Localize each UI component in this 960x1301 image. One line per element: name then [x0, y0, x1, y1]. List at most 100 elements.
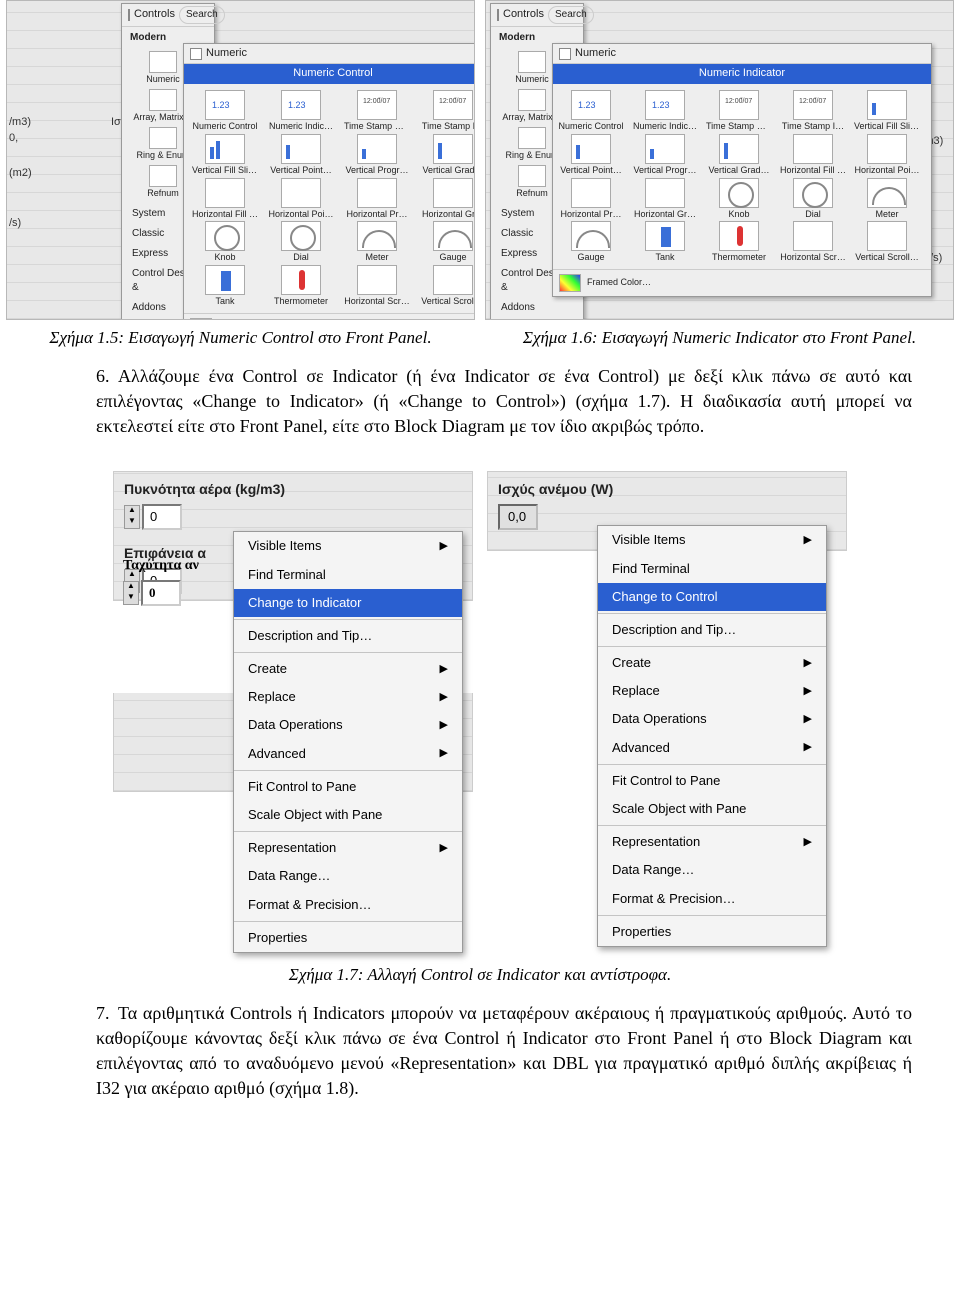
ctx-replace-r[interactable]: Replace▶ [598, 677, 826, 705]
top-figures-row: /m3) 0, (m2) /s) Iσ Controls Search Mode… [0, 0, 960, 350]
ctx-format-r[interactable]: Format & Precision… [598, 885, 826, 913]
paragraph-7-text: Τα αριθμητικά Controls ή Indicators μπορ… [96, 1003, 912, 1099]
grid-numeric-control[interactable]: Numeric Control [188, 90, 262, 132]
grid-vpoint-r[interactable]: Vertical Point… [555, 134, 627, 176]
pin-icon[interactable] [190, 48, 202, 60]
caption-fig16: Σχήμα 1.6: Εισαγωγή Numeric Indicator στ… [485, 326, 954, 350]
ctx-data-ops[interactable]: Data Operations▶ [234, 711, 462, 739]
grid-hfill-r[interactable]: Horizontal Fill … [777, 134, 849, 176]
category-usercontrols-r[interactable]: User Controls [497, 319, 577, 320]
grid-hpoint[interactable]: Horizontal Poi… [264, 178, 338, 220]
ctx-change-to-indicator[interactable]: Change to Indicator [234, 589, 462, 617]
framed-color-icon-r[interactable] [559, 274, 581, 292]
numeric-control-value[interactable]: 0 [142, 504, 182, 530]
grid-vgrad-r[interactable]: Vertical Grad… [703, 134, 775, 176]
grid-hscroll[interactable]: Horizontal Scr… [340, 265, 414, 307]
pin-icon[interactable] [497, 9, 499, 21]
grid-hpoint-r[interactable]: Horizontal Poi… [851, 134, 923, 176]
ctx-change-to-control[interactable]: Change to Control [598, 583, 826, 611]
grid-therm[interactable]: Thermometer [264, 265, 338, 307]
grid-therm-r[interactable]: Thermometer [703, 221, 775, 263]
grid-gauge-r[interactable]: Gauge [555, 221, 627, 263]
context-menu-left[interactable]: Visible Items▶ Find Terminal Change to I… [233, 531, 463, 953]
numeric-sub-palette[interactable]: Numeric Numeric Control Numeric Control … [183, 43, 475, 320]
search-button[interactable]: Search [179, 6, 225, 24]
ctx-visible-items[interactable]: Visible Items▶ [234, 532, 462, 560]
bg-label: /s) [9, 216, 21, 231]
grid-ts-control[interactable]: Time Stamp C… [340, 90, 414, 132]
search-button-r[interactable]: Search [548, 6, 594, 24]
grid-dial[interactable]: Dial [264, 221, 338, 263]
grid-knob-r[interactable]: Knob [703, 178, 775, 220]
grid-vscroll-r[interactable]: Vertical Scroll… [851, 221, 923, 263]
grid-numeric-indic-r[interactable]: Numeric Indic… [629, 90, 701, 132]
pin-icon[interactable] [128, 9, 130, 21]
ctx-replace[interactable]: Replace▶ [234, 683, 462, 711]
ctx-advanced[interactable]: Advanced▶ [234, 740, 462, 768]
palette-header[interactable]: Controls Search [122, 4, 214, 27]
spin-buttons[interactable]: ▲▼ [123, 581, 139, 605]
ctx-format[interactable]: Format & Precision… [234, 891, 462, 919]
grid-hscroll-r[interactable]: Horizontal Scr… [777, 221, 849, 263]
grid-vscroll[interactable]: Vertical Scroll… [416, 265, 475, 307]
grid-numeric-control-r[interactable]: Numeric Control [555, 90, 627, 132]
ctx-create-r[interactable]: Create▶ [598, 649, 826, 677]
grid-tank-r[interactable]: Tank [629, 221, 701, 263]
grid-ts-indic-r[interactable]: Time Stamp I… [777, 90, 849, 132]
framed-color-icon[interactable] [190, 318, 212, 320]
highlighted-item-control[interactable]: Numeric Control [184, 64, 475, 83]
pin-icon[interactable] [559, 48, 571, 60]
grid-hprog-r[interactable]: Horizontal Pr… [555, 178, 627, 220]
grid-vgrad[interactable]: Vertical Grad… [416, 134, 475, 176]
grid-hfill[interactable]: Horizontal Fill … [188, 178, 262, 220]
spin-buttons[interactable]: ▲▼ [124, 505, 140, 529]
grid-dial-r[interactable]: Dial [777, 178, 849, 220]
numeric-control-value3[interactable]: 0 [141, 580, 181, 606]
grid-ts-control-r[interactable]: Time Stamp C… [703, 90, 775, 132]
grid-vprog[interactable]: Vertical Progr… [340, 134, 414, 176]
ctx-properties-r[interactable]: Properties [598, 918, 826, 946]
ctx-fit-r[interactable]: Fit Control to Pane [598, 767, 826, 795]
grid-numeric-indic[interactable]: Numeric Indic… [264, 90, 338, 132]
grid-hgrad[interactable]: Horizontal Gr… [416, 178, 475, 220]
bg-label: /m3) [9, 115, 31, 130]
ctx-find-terminal[interactable]: Find Terminal [234, 561, 462, 589]
category-addons-r[interactable]: Addons [497, 299, 577, 317]
grid-meter-r[interactable]: Meter [851, 178, 923, 220]
ctx-representation-r[interactable]: Representation▶ [598, 828, 826, 856]
caption-fig15: Σχήμα 1.5: Εισαγωγή Numeric Control στο … [6, 326, 475, 350]
grid-hprog[interactable]: Horizontal Pr… [340, 178, 414, 220]
sub-palette-title: Numeric [206, 46, 247, 61]
highlighted-item-indicator[interactable]: Numeric Indicator [553, 64, 931, 83]
grid-meter[interactable]: Meter [340, 221, 414, 263]
grid-vfill[interactable]: Vertical Fill Slide [188, 134, 262, 176]
ctx-data-ops-r[interactable]: Data Operations▶ [598, 705, 826, 733]
grid-hgrad-r[interactable]: Horizontal Gr… [629, 178, 701, 220]
grid-vprog-r[interactable]: Vertical Progr… [629, 134, 701, 176]
framed-color-label-r[interactable]: Framed Color… [587, 278, 651, 288]
ctx-datarange-r[interactable]: Data Range… [598, 856, 826, 884]
palette-header-r[interactable]: Controls Search [491, 4, 583, 27]
ctx-datarange[interactable]: Data Range… [234, 862, 462, 890]
ctx-representation[interactable]: Representation▶ [234, 834, 462, 862]
sub-palette-header-r[interactable]: Numeric [553, 44, 931, 64]
sub-palette-header[interactable]: Numeric [184, 44, 475, 64]
ctx-scale[interactable]: Scale Object with Pane [234, 801, 462, 829]
ctx-fit[interactable]: Fit Control to Pane [234, 773, 462, 801]
grid-gauge[interactable]: Gauge [416, 221, 475, 263]
ctx-find-terminal-r[interactable]: Find Terminal [598, 555, 826, 583]
ctx-advanced-r[interactable]: Advanced▶ [598, 734, 826, 762]
grid-vpoint[interactable]: Vertical Point… [264, 134, 338, 176]
numeric-sub-palette-r[interactable]: Numeric Numeric Indicator Numeric Contro… [552, 43, 932, 297]
grid-knob[interactable]: Knob [188, 221, 262, 263]
grid-ts-indic[interactable]: Time Stamp I… [416, 90, 475, 132]
ctx-visible-items-r[interactable]: Visible Items▶ [598, 526, 826, 554]
ctx-properties[interactable]: Properties [234, 924, 462, 952]
grid-vfill-r[interactable]: Vertical Fill Slide [851, 90, 923, 132]
ctx-create[interactable]: Create▶ [234, 655, 462, 683]
ctx-description[interactable]: Description and Tip… [234, 622, 462, 650]
ctx-scale-r[interactable]: Scale Object with Pane [598, 795, 826, 823]
ctx-description-r[interactable]: Description and Tip… [598, 616, 826, 644]
grid-tank[interactable]: Tank [188, 265, 262, 307]
context-menu-right[interactable]: Visible Items▶ Find Terminal Change to C… [597, 525, 827, 947]
